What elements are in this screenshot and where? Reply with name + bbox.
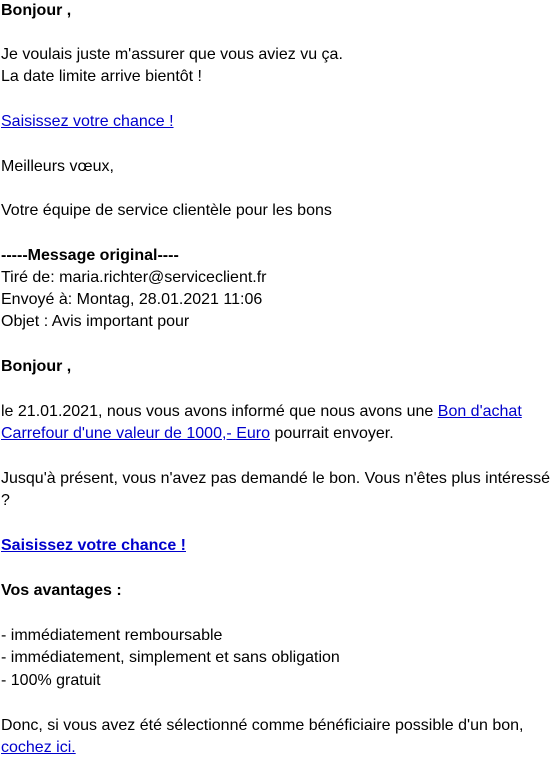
advantage-item: - immédiatement remboursable [1, 627, 223, 644]
voucher-link-part-2[interactable]: Carrefour d'une valeur de 1000,- Euro [1, 425, 270, 442]
advantage-item: - immédiatement, simplement et sans obli… [1, 649, 340, 666]
from-row: Tiré de: maria.richter@serviceclient.fr [1, 267, 267, 289]
voucher-link-part-1[interactable]: Bon d'achat [438, 403, 522, 420]
cta-link-1[interactable]: Saisissez votre chance ! [1, 113, 174, 130]
voucher-line-1: le 21.01.2021, nous vous avons informé q… [1, 401, 522, 423]
reminder-line-1: Jusqu'à présent, vous n'avez pas demandé… [1, 470, 551, 487]
voucher-text-post: pourrait envoyer. [274, 425, 394, 442]
sent-row: Envoyé à: Montag, 28.01.2021 11:06 [1, 289, 262, 311]
original-greeting: Bonjour , [1, 358, 72, 375]
intro-line-1: Je voulais juste m'assurer que vous avie… [1, 46, 343, 63]
reminder-line-2: ? [1, 492, 10, 509]
final-link-line: cochez ici. [1, 737, 76, 759]
from-label: Tiré de: [1, 269, 55, 286]
voucher-text-pre: le 21.01.2021, nous vous avons informé q… [1, 403, 434, 420]
advantages-title: Vos avantages : [1, 582, 122, 599]
intro-line-2: La date limite arrive bientôt ! [1, 68, 202, 85]
final-line: Donc, si vous avez été sélectionné comme… [1, 717, 524, 734]
greeting: Bonjour , [1, 2, 72, 19]
original-message-header: -----Message original---- [1, 247, 179, 264]
subject-label: Objet : [1, 313, 49, 330]
cta-line-2: Saisissez votre chance ! [1, 535, 186, 557]
subject-row: Objet : Avis important pour [1, 311, 189, 333]
subject-value: Avis important pour [51, 313, 190, 330]
final-link[interactable]: cochez ici. [1, 739, 76, 756]
signature: Votre équipe de service clientèle pour l… [1, 202, 332, 219]
from-value: maria.richter@serviceclient.fr [59, 269, 267, 286]
sent-value: Montag, 28.01.2021 11:06 [76, 291, 263, 308]
advantage-item: - 100% gratuit [1, 672, 101, 689]
closing: Meilleurs vœux, [1, 158, 114, 175]
cta-link-2[interactable]: Saisissez votre chance ! [1, 537, 186, 554]
cta-line-1: Saisissez votre chance ! [1, 111, 174, 133]
sent-label: Envoyé à: [1, 291, 73, 308]
voucher-line-2: Carrefour d'une valeur de 1000,- Euro po… [1, 423, 394, 445]
